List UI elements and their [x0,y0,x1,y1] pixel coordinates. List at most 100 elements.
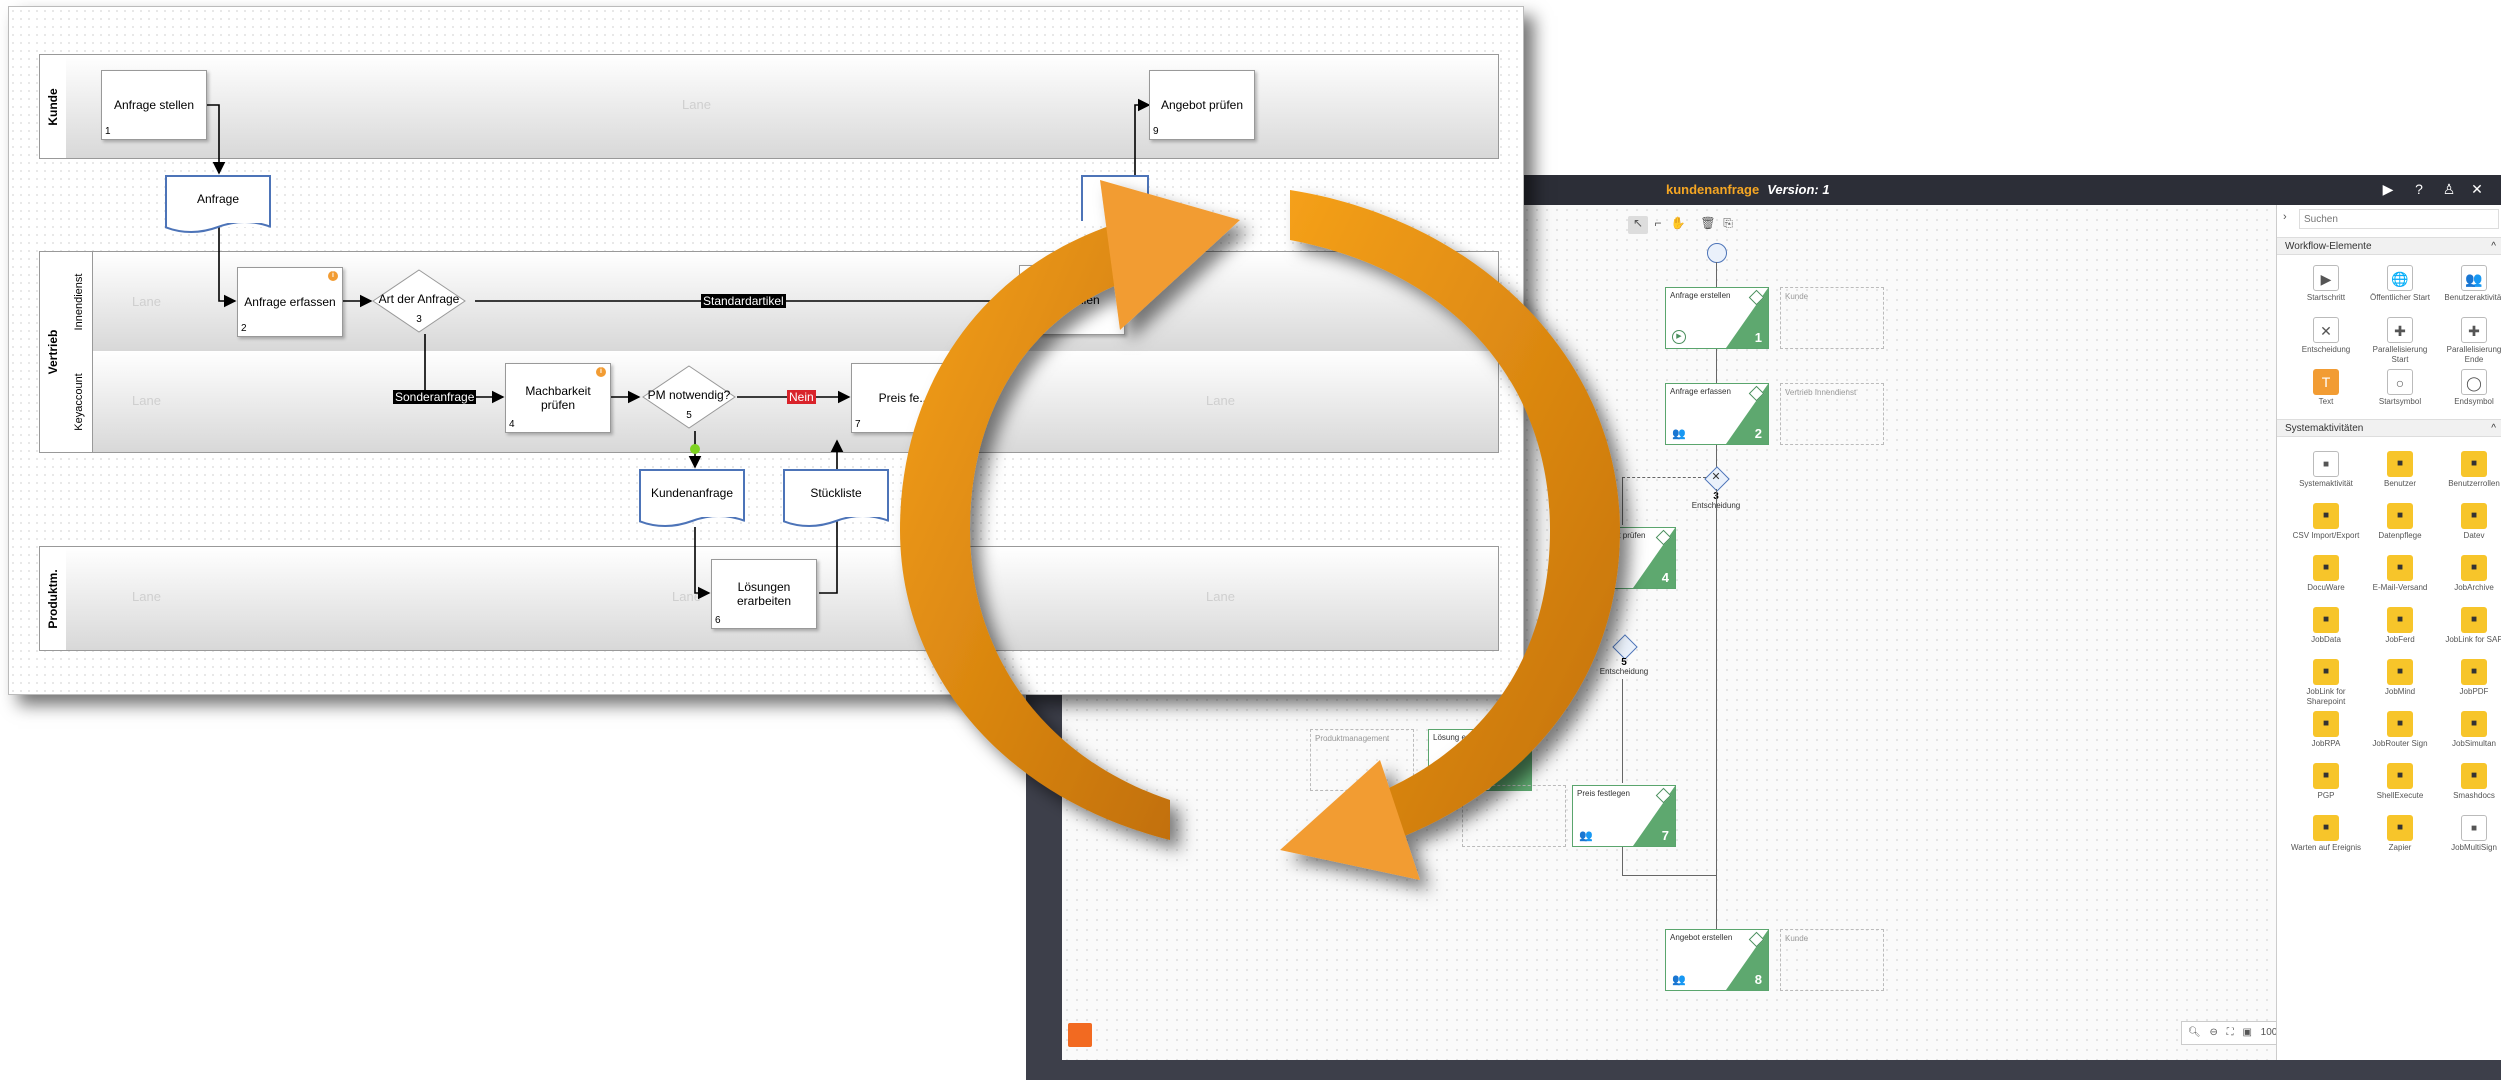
process-title: kundenanfrage Version: 1 [1666,182,1830,197]
system-activity-3[interactable]: ■ CSV Import/Export [2291,503,2361,541]
system-activity-icon: ■ [2387,763,2413,789]
system-activity-label: Systemaktivität [2299,479,2353,488]
palette-item-6[interactable]: T Text [2291,369,2361,407]
task-loesungen-erarbeiten[interactable]: Lösungen erarbeiten 6 [711,559,817,629]
gateway-pm-notwendig[interactable]: PM notwendig? 5 [641,364,737,430]
close-icon[interactable]: ✕ [2468,181,2486,198]
palette-icon: 👥 [2461,265,2487,291]
palette-item-label: Parallelisierung Ende [2446,345,2501,364]
group-icon: 👥 [1672,974,1686,986]
help-icon[interactable]: ? [2410,181,2428,197]
palette-icon: ◯ [2461,369,2487,395]
doc-anfrage[interactable]: Anfrage [165,175,271,233]
palette-item-0[interactable]: ▶ Startschritt [2291,265,2361,303]
start-symbol[interactable] [1707,243,1727,263]
user-icon[interactable]: ♙ [2440,181,2458,198]
system-activity-icon: ■ [2387,503,2413,529]
fit-icon[interactable]: ⛶ [2227,1027,2234,1038]
palette-icon: 🌐 [2387,265,2413,291]
app-logo-icon[interactable] [1068,1023,1092,1047]
palette-item-1[interactable]: 🌐 Öffentlicher Start [2365,265,2435,303]
system-activity-icon: ■ [2313,659,2339,685]
task-anfrage-stellen[interactable]: Anfrage stellen 1 [101,70,207,140]
doc-stueckliste[interactable]: Stückliste [783,469,889,527]
system-activity-label: CSV Import/Export [2292,531,2360,540]
system-activity-label: Warten auf Ereignis [2291,843,2361,852]
task-anfrage-erfassen[interactable]: Anfrage erfassen 2 i [237,267,343,337]
wf-node-anfrage-erstellen[interactable]: Anfrage erstellen 1 ▶ [1665,287,1769,349]
system-activity-17[interactable]: ■ JobSimultan [2439,711,2501,749]
wf-node-angebot-erstellen[interactable]: Angebot erstellen 8 👥 [1665,929,1769,991]
system-activity-16[interactable]: ■ JobRouter Sign [2365,711,2435,749]
system-activity-23[interactable]: ■ JobMultiSign [2439,815,2501,853]
system-activity-4[interactable]: ■ Datenpflege [2365,503,2435,541]
system-activity-11[interactable]: ■ JobLink for SAP [2439,607,2501,645]
system-activity-label: Zapier [2388,843,2412,852]
palette-item-label: Endsymbol [2454,397,2494,406]
system-activity-21[interactable]: ■ Warten auf Ereignis [2291,815,2361,853]
caret-up-icon: ^ [2491,241,2496,252]
lane-box-kunde: Kunde [1780,287,1884,349]
system-activity-icon: ■ [2387,451,2413,477]
palette-item-5[interactable]: ✚ Parallelisierung Ende [2439,317,2501,365]
element-palette: › Workflow-Elemente^ Systemaktivitäten^ … [2276,205,2501,1060]
section-system-activities[interactable]: Systemaktivitäten ^ [2277,419,2501,437]
doc-kundenanfrage[interactable]: Kundenanfrage [639,469,745,527]
system-activity-12[interactable]: ■ JobLink for Sharepoint [2291,659,2361,707]
palette-item-8[interactable]: ◯ Endsymbol [2439,369,2501,407]
zoom-in-icon[interactable]: 🔍︎ [2188,1027,2201,1038]
system-activity-icon: ■ [2387,555,2413,581]
palette-item-label: Startsymbol [2378,397,2422,406]
cycle-arrow-right [1280,190,1620,880]
system-activity-label: Benutzer [2383,479,2417,488]
hand-tool-icon[interactable]: ✋ [1668,216,1688,234]
system-activity-5[interactable]: ■ Datev [2439,503,2501,541]
system-activity-icon: ■ [2461,451,2487,477]
system-activity-22[interactable]: ■ Zapier [2365,815,2435,853]
system-activity-icon: ■ [2461,659,2487,685]
task-angebot-pruefen[interactable]: Angebot prüfen 9 [1149,70,1255,140]
palette-item-7[interactable]: ○ Startsymbol [2365,369,2435,407]
system-activity-19[interactable]: ■ ShellExecute [2365,763,2435,801]
play-icon[interactable]: ▶ [2379,181,2397,198]
system-activity-13[interactable]: ■ JobMind [2365,659,2435,697]
group-icon: 👥 [1672,428,1686,440]
system-activity-6[interactable]: ■ DocuWare [2291,555,2361,593]
task-machbarkeit-pruefen[interactable]: Machbarkeit prüfen 4 i [505,363,611,433]
wf-node-anfrage-erfassen[interactable]: Anfrage erfassen 2 👥 [1665,383,1769,445]
system-activity-icon: ■ [2461,711,2487,737]
system-activity-9[interactable]: ■ JobData [2291,607,2361,645]
edge-label-standardartikel: Standardartikel [701,294,786,308]
system-activity-0[interactable]: ■ Systemaktivität [2291,451,2361,489]
system-activity-8[interactable]: ■ JobArchive [2439,555,2501,593]
palette-item-2[interactable]: 👥 Benutzeraktivität [2439,265,2501,303]
palette-icon: ✚ [2387,317,2413,343]
system-activity-20[interactable]: ■ Smashdocs [2439,763,2501,801]
system-activity-7[interactable]: ■ E-Mail-Versand [2365,555,2435,593]
actual-size-icon[interactable]: ▣ [2242,1027,2251,1038]
gateway-art-der-anfrage[interactable]: Art der Anfrage 3 [371,268,467,334]
collapse-chevron-icon[interactable]: › [2283,211,2287,223]
system-activity-2[interactable]: ■ Benutzerrollen [2439,451,2501,489]
palette-item-3[interactable]: ✕ Entscheidung [2291,317,2361,355]
export-icon[interactable]: ⎘ [1718,216,1738,234]
system-activity-1[interactable]: ■ Benutzer [2365,451,2435,489]
palette-item-4[interactable]: ✚ Parallelisierung Start [2365,317,2435,365]
wf-decision-1[interactable]: ✕ [1704,466,1730,492]
delete-icon[interactable]: 🗑 [1698,216,1718,234]
system-activity-label: DocuWare [2307,583,2345,592]
section-workflow-elements[interactable]: Workflow-Elemente ^ [2277,237,2501,255]
system-activity-18[interactable]: ■ PGP [2291,763,2361,801]
system-activity-15[interactable]: ■ JobRPA [2291,711,2361,749]
zoom-out-icon[interactable]: ⊖ [2209,1027,2217,1038]
system-activity-icon: ■ [2313,503,2339,529]
system-activity-14[interactable]: ■ JobPDF [2439,659,2501,697]
system-activity-label: JobLink for SAP [2445,635,2501,644]
start-play-icon: ▶ [1672,330,1686,344]
edge-label-nein: Nein [787,390,816,404]
palette-search-input[interactable] [2299,209,2499,229]
palette-icon: ✕ [2313,317,2339,343]
system-activity-10[interactable]: ■ JobFerd [2365,607,2435,645]
palette-icon: ✚ [2461,317,2487,343]
system-activity-label: E-Mail-Versand [2372,583,2428,592]
